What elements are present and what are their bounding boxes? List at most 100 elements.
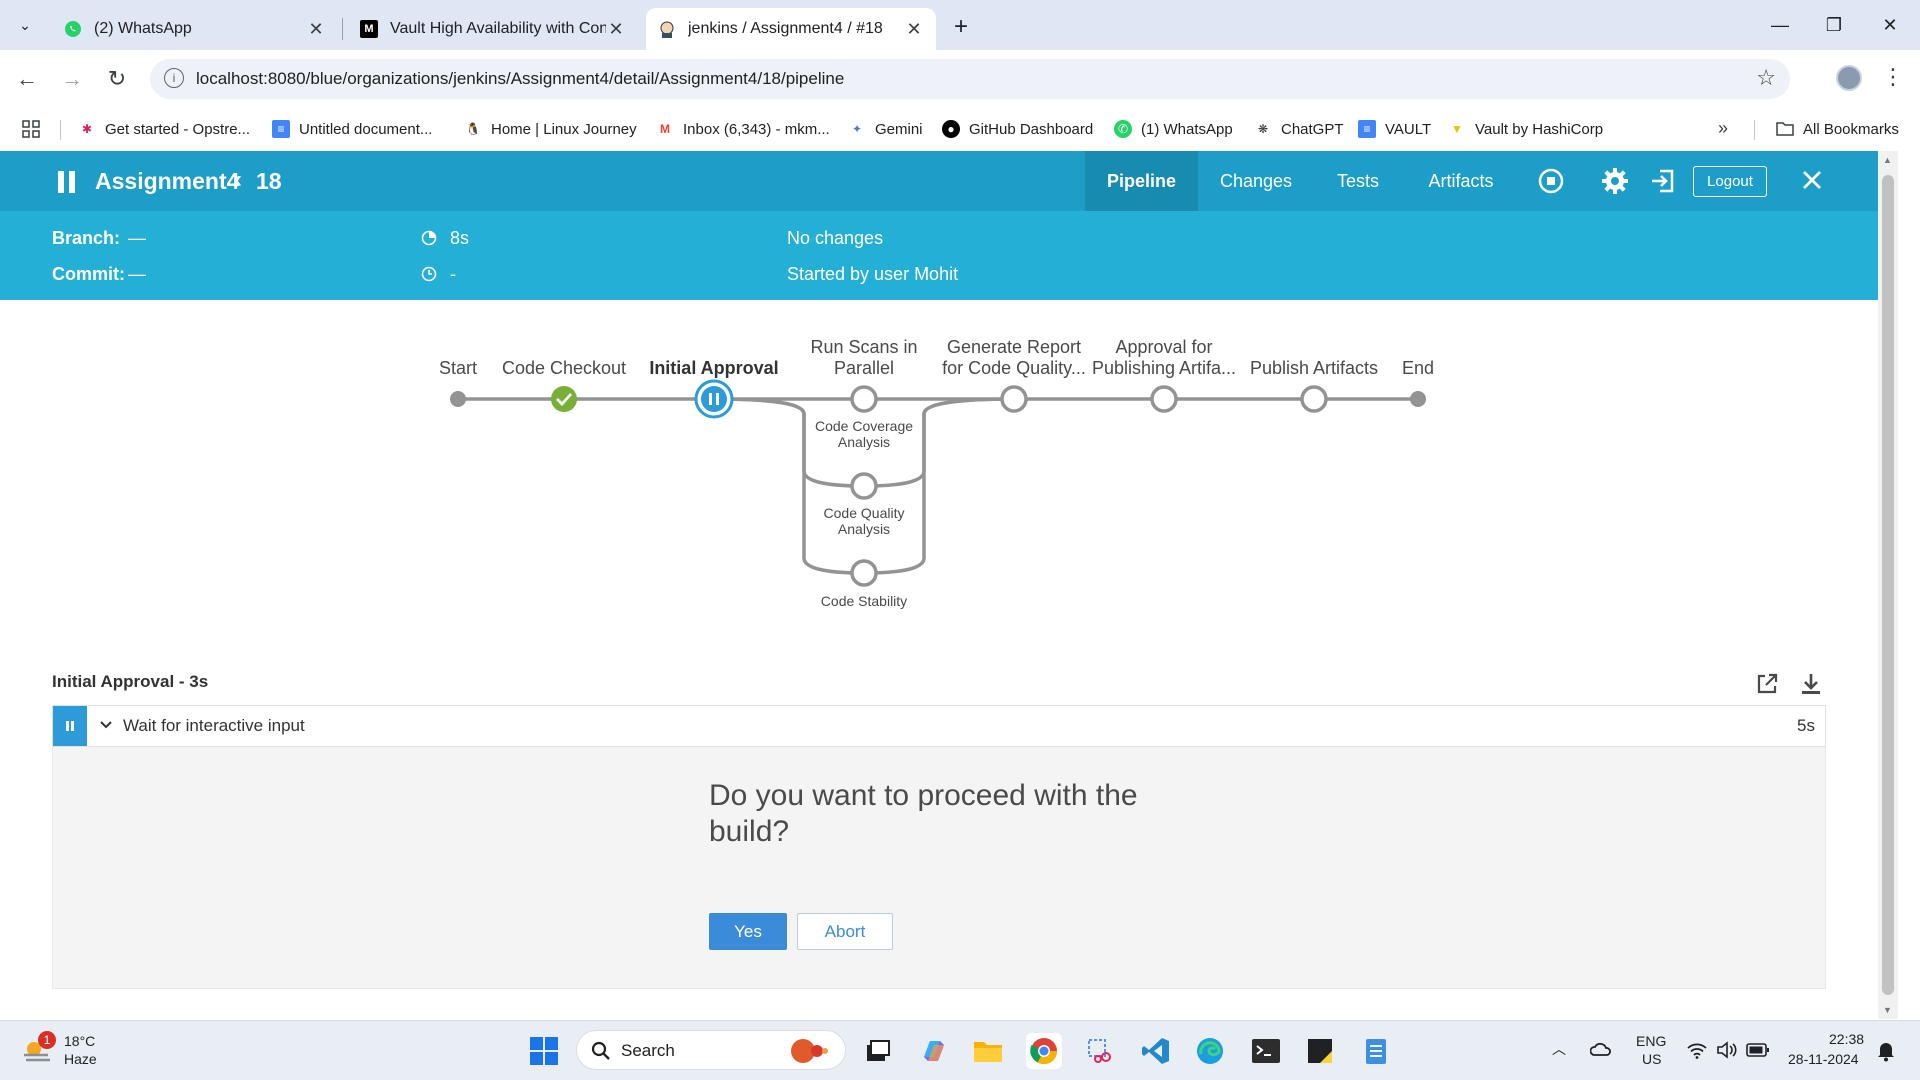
pause-icon <box>66 721 74 731</box>
stage-label-run-scans[interactable]: Run Scans in Parallel <box>794 337 934 379</box>
bookmark-item[interactable]: ≡ Untitled document... <box>272 117 432 141</box>
menu-icon[interactable]: ⋮ <box>1882 64 1904 90</box>
close-icon[interactable]: ✕ <box>306 19 326 40</box>
address-bar[interactable]: i localhost:8080/blue/organizations/jenk… <box>150 59 1790 99</box>
job-name-link[interactable]: Assignment4 <box>95 168 239 195</box>
restore-button[interactable]: ❐ <box>1814 10 1854 40</box>
time-value: - <box>450 264 456 284</box>
log-step-row[interactable]: Wait for interactive input 5s <box>52 705 1826 747</box>
taskbar-search-box[interactable]: Search <box>576 1030 846 1070</box>
bookmark-item[interactable]: ▼ Vault by HashiCorp <box>1448 117 1603 141</box>
bookmark-item[interactable]: ❋ ChatGPT <box>1254 117 1344 141</box>
gemini-icon: ✦ <box>851 122 863 136</box>
exit-classic-icon[interactable] <box>1650 168 1676 194</box>
clock-date[interactable]: 28-11-2024 <box>1788 1051 1859 1067</box>
notifications-bell-icon[interactable] <box>1876 1040 1896 1062</box>
file-explorer-icon[interactable] <box>970 1033 1006 1069</box>
open-in-new-icon[interactable] <box>1755 672 1779 696</box>
language-indicator[interactable]: ENG <box>1636 1033 1666 1049</box>
stage-label-publish-artifacts[interactable]: Publish Artifacts <box>1239 358 1389 379</box>
bookmark-item[interactable]: ≡ VAULT <box>1358 117 1431 141</box>
chevron-down-icon[interactable] <box>99 718 113 732</box>
snipping-tool-icon[interactable] <box>1082 1033 1118 1069</box>
all-bookmarks-button[interactable]: All Bookmarks <box>1776 117 1899 141</box>
bookmark-item[interactable]: ✆ (1) WhatsApp <box>1114 117 1233 141</box>
close-icon[interactable]: ✕ <box>904 19 924 40</box>
bookmark-item[interactable]: ✦ Gemini <box>848 117 923 141</box>
battery-icon[interactable] <box>1746 1042 1770 1058</box>
vault-icon: ▼ <box>1451 122 1463 136</box>
terminal-icon[interactable] <box>1248 1033 1284 1069</box>
profile-avatar[interactable] <box>1836 65 1862 91</box>
chrome-icon[interactable] <box>1026 1033 1062 1069</box>
windows-taskbar: 1 18°C Haze Search ︿ ENG US 22:38 28-11-… <box>0 1020 1920 1080</box>
weather-widget[interactable]: 1 18°C Haze <box>18 1029 138 1073</box>
back-button[interactable]: ← <box>10 62 44 96</box>
stage-label-initial-approval[interactable]: Initial Approval <box>639 358 789 379</box>
close-window-button[interactable]: ✕ <box>1870 10 1910 40</box>
onedrive-icon[interactable] <box>1589 1041 1612 1059</box>
new-tab-button[interactable]: + <box>946 12 976 42</box>
download-icon[interactable] <box>1799 672 1823 696</box>
tab-search-button[interactable]: ⌄ <box>10 10 40 40</box>
bookmark-item[interactable]: ✱ Get started - Opstre... <box>78 117 250 141</box>
stage-label-approval-publishing[interactable]: Approval for Publishing Artifa... <box>1089 337 1239 379</box>
abort-button[interactable]: Abort <box>797 913 893 950</box>
vscode-icon[interactable] <box>1138 1033 1174 1069</box>
volume-icon[interactable] <box>1716 1041 1738 1059</box>
bookmark-item[interactable]: 🐧 Home | Linux Journey <box>464 117 637 141</box>
scroll-down-arrow[interactable]: ▼ <box>1883 1005 1892 1015</box>
region-indicator[interactable]: US <box>1642 1051 1661 1067</box>
site-info-icon[interactable]: i <box>164 68 184 88</box>
gmail-icon: M <box>660 122 670 136</box>
parallel-label-code-coverage[interactable]: Code Coverage Analysis <box>804 418 924 450</box>
chatgpt-icon: ❋ <box>1257 122 1269 136</box>
stage-label-code-checkout[interactable]: Code Checkout <box>494 358 634 379</box>
bookmark-star-icon[interactable]: ☆ <box>1756 65 1776 91</box>
browser-tab-jenkins[interactable]: jenkins / Assignment4 / #18 ✕ <box>646 8 936 50</box>
browser-tab-whatsapp[interactable]: (2) WhatsApp ✕ <box>52 8 338 50</box>
stop-icon[interactable] <box>1538 168 1564 194</box>
tab-artifacts[interactable]: Artifacts <box>1414 151 1508 211</box>
tab-divider <box>342 18 343 40</box>
docs-icon: ≡ <box>1358 120 1376 138</box>
stage-label-generate-report[interactable]: Generate Report for Code Quality... <box>939 337 1089 379</box>
stage-node-pending <box>1300 385 1328 413</box>
notepad-icon[interactable] <box>1358 1033 1394 1069</box>
bookmark-item[interactable]: ● GitHub Dashboard <box>942 117 1093 141</box>
browser-tab-vault[interactable]: M Vault High Availability with Con ✕ <box>348 8 638 50</box>
forward-button[interactable]: → <box>55 62 89 96</box>
bookmark-label: Untitled document... <box>299 120 433 138</box>
gear-icon[interactable] <box>1601 167 1629 195</box>
wifi-icon[interactable] <box>1686 1041 1708 1059</box>
bookmark-item[interactable]: M Inbox (6,343) - mkm... <box>656 117 830 141</box>
edge-icon[interactable] <box>1192 1033 1228 1069</box>
slack-icon: ✱ <box>81 122 93 136</box>
step-duration: 5s <box>1797 716 1815 735</box>
stage-label-start[interactable]: Start <box>418 358 498 379</box>
more-bookmarks-icon[interactable]: » <box>1718 118 1728 139</box>
reload-button[interactable]: ↻ <box>100 62 134 96</box>
stage-label-end[interactable]: End <box>1383 358 1453 379</box>
minimize-button[interactable]: — <box>1760 10 1800 40</box>
apps-grid-icon[interactable] <box>22 120 40 138</box>
close-icon[interactable]: ✕ <box>606 19 626 40</box>
clock-time[interactable]: 22:38 <box>1829 1031 1864 1047</box>
copilot-icon[interactable] <box>916 1033 952 1069</box>
parallel-label-code-stability[interactable]: Code Stability <box>804 593 924 609</box>
tab-changes[interactable]: Changes <box>1208 151 1304 211</box>
scroll-up-arrow[interactable]: ▲ <box>1883 155 1892 165</box>
logout-button[interactable]: Logout <box>1693 166 1767 197</box>
linux-icon: 🐧 <box>465 122 481 136</box>
windows-start-icon[interactable] <box>526 1033 562 1069</box>
tab-pipeline[interactable]: Pipeline <box>1085 151 1198 211</box>
parallel-label-code-quality[interactable]: Code Quality Analysis <box>804 505 924 537</box>
task-view-icon[interactable] <box>860 1033 896 1069</box>
sticky-notes-icon[interactable] <box>1302 1033 1338 1069</box>
yes-button[interactable]: Yes <box>709 913 787 950</box>
show-hidden-icons-chevron-up-icon[interactable]: ︿ <box>1552 1039 1566 1059</box>
scrollbar-thumb[interactable] <box>1882 175 1894 995</box>
page-scrollbar[interactable]: ▲ ▼ <box>1878 151 1898 1019</box>
tab-tests[interactable]: Tests <box>1322 151 1394 211</box>
close-icon[interactable] <box>1799 167 1825 193</box>
